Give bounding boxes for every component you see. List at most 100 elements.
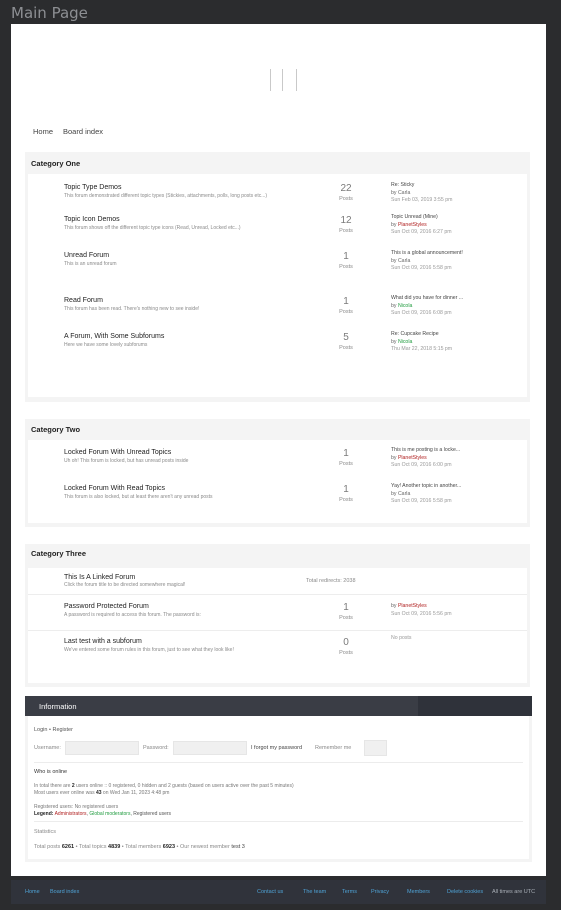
forgot-password-link[interactable]: I forgot my password [251,745,302,751]
forum-title-link[interactable]: Topic Icon Demos [64,216,120,223]
username-link[interactable]: PlanetStyles [398,455,427,461]
footer-contact-link[interactable]: Contact us [257,889,283,895]
footer-members-link[interactable]: Members [407,889,430,895]
category-title[interactable]: Category One [31,159,80,168]
username-link[interactable]: Carla [398,258,410,264]
information-body: Login • Register Username: Password: I f… [28,716,529,859]
post-count: 5 [343,332,349,343]
last-post: Re: Sticky by Carla Sun Feb 03, 2019 3:5… [391,182,526,205]
post-date: Thu Mar 22, 2018 5:15 pm [391,346,453,352]
password-field[interactable] [173,741,247,755]
forum-description: This forum demonstrated different topic … [64,193,268,199]
nav-home-link[interactable]: Home [33,127,53,136]
post-date: Sun Oct 09, 2016 6:27 pm [391,229,452,235]
footer-privacy-link[interactable]: Privacy [371,889,389,895]
forum-title-link[interactable]: Locked Forum With Unread Topics [64,449,171,456]
footer-team-link[interactable]: The team [303,889,326,895]
site-logo[interactable] [268,69,298,91]
post-date: Sun Feb 03, 2019 3:55 pm [391,197,453,203]
post-count-label: Posts [339,345,353,351]
forum-title-link[interactable]: Topic Type Demos [64,184,121,191]
forum-title-link[interactable]: Unread Forum [64,252,109,259]
last-post-link[interactable]: This is a global announcement! [391,250,526,258]
last-post: This is me posting is a locke... by Plan… [391,447,526,470]
footer-terms-link[interactable]: Terms [342,889,357,895]
post-count: 22 [340,183,352,194]
forum-title-link[interactable]: A Forum, With Some Subforums [64,333,164,340]
timezone-label: All times are UTC [492,889,536,895]
last-post-link[interactable]: Re: Sticky [391,182,526,190]
legend-moderators-link[interactable]: Global moderators [89,811,130,817]
information-panel: Information Login • Register Username: P… [25,696,532,862]
stat-members: 6923 [162,844,176,850]
post-count-label: Posts [339,228,353,234]
who-online-title: Who is online [34,769,68,775]
by-label: by [391,189,397,196]
by-label: by [391,338,397,345]
username-link[interactable]: Carla [398,190,410,196]
post-count: 1 [343,602,349,613]
forum-row: This Is A Linked Forum Click the forum t… [28,568,527,594]
forum-title-link[interactable]: Last test with a subforum [64,638,142,645]
stat-newest-label: Our newest member [180,844,230,850]
username-link[interactable]: PlanetStyles [398,222,427,228]
category-title[interactable]: Category Three [31,549,86,558]
separator: • [49,727,51,733]
forum-row: Locked Forum With Read Topics This forum… [28,476,527,516]
forum-title-link[interactable]: Read Forum [64,297,103,304]
username-label: Username: [34,745,61,751]
login-link[interactable]: Login [34,727,47,733]
forum-title-link[interactable]: Locked Forum With Read Topics [64,485,165,492]
forum-description: We've entered some forum rules in this f… [64,647,234,653]
username-field[interactable] [65,741,139,755]
forum-row: Topic Icon Demos This forum shows off th… [28,210,527,246]
last-post: Topic Unread (Mine) by PlanetStyles Sun … [391,214,526,237]
legend-administrators-link[interactable]: Administrators [55,811,87,817]
username-link[interactable]: PlanetStyles [398,603,427,609]
breadcrumb: Home Board index [11,123,546,141]
forum-title-link[interactable]: This Is A Linked Forum [64,574,135,581]
by-label: by [391,603,397,609]
registered-users: Registered users: No registered users [34,804,119,810]
post-date: Sun Oct 09, 2016 5:58 pm [391,265,452,271]
forum-row: Password Protected Forum A password is r… [28,594,527,630]
footer-delete-cookies-link[interactable]: Delete cookies [447,889,483,895]
last-post-link[interactable]: Topic Unread (Mine) [391,214,526,222]
post-count: 1 [343,296,349,307]
last-post-link[interactable]: This is me posting is a locke... [391,447,526,455]
footer-home-link[interactable]: Home [25,889,40,895]
forum-description: This forum has been read. There's nothin… [64,306,200,312]
remember-me-checkbox[interactable] [364,740,387,756]
forum-row: Unread Forum This is an unread forum 1 P… [28,246,527,291]
information-title: Information [39,702,77,711]
post-date: Sun Oct 09, 2016 5:58 pm [391,498,452,504]
forum-description: Here we have some lovely subforums [64,342,148,348]
category-title[interactable]: Category Two [31,425,80,434]
username-link[interactable]: Nicola [398,339,412,345]
forum-description: This forum shows off the different topic… [64,225,241,231]
forum-list: Locked Forum With Unread Topics Uh oh! T… [28,440,527,523]
forum-row: Read Forum This forum has been read. The… [28,291,527,327]
footer-board-index-link[interactable]: Board index [50,889,79,895]
statistics-title: Statistics [34,829,57,835]
stat-posts-label: Total posts [34,844,61,850]
last-post-link[interactable]: What did you have for dinner ... [391,295,526,303]
forum-row: Locked Forum With Unread Topics Uh oh! T… [28,440,527,476]
register-link[interactable]: Register [52,727,72,733]
username-link[interactable]: Nicola [398,303,412,309]
post-count-label: Posts [339,264,353,270]
stat-topics: 4839 [108,844,121,850]
post-count: 12 [340,215,352,226]
last-post-link[interactable]: Re: Cupcake Recipe [391,331,526,339]
most-online-post: on Wed Jan 11, 2023 4:48 pm [101,790,170,796]
last-post-link[interactable]: Yay! Another topic in another... [391,483,526,491]
forum-row: Last test with a subforum We've entered … [28,630,527,670]
forum-row: Topic Type Demos This forum demonstrated… [28,174,527,210]
newest-member-link[interactable]: test 3 [231,844,244,850]
post-count-label: Posts [339,650,353,656]
post-date: Sun Oct 09, 2016 6:08 pm [391,310,452,316]
username-link[interactable]: Carla [398,491,410,497]
post-count: 1 [343,251,349,262]
nav-board-index-link[interactable]: Board index [63,127,103,136]
forum-title-link[interactable]: Password Protected Forum [64,603,149,610]
